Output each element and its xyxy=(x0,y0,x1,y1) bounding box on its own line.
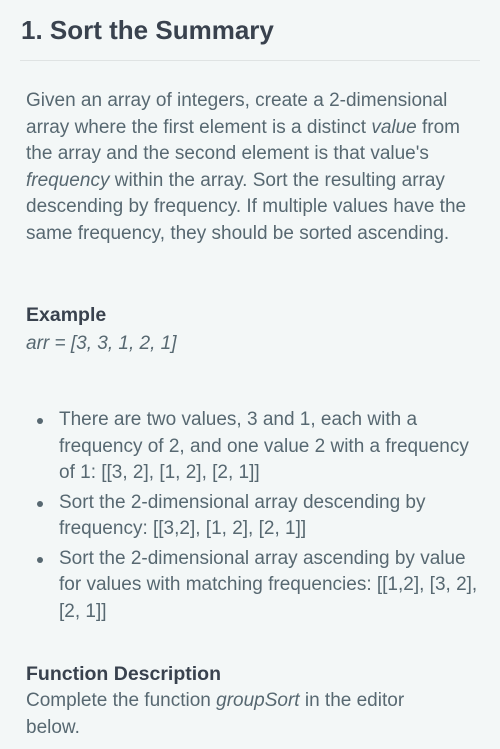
example-heading: Example xyxy=(26,304,107,326)
function-description-text: Complete the function groupSort in the e… xyxy=(26,688,446,741)
description-value-term: value xyxy=(371,116,417,138)
bullet-icon xyxy=(37,556,43,563)
explanation-list: There are two values, 3 and 1, each with… xyxy=(37,407,484,628)
list-item: Sort the 2-dimensional array descending … xyxy=(37,490,484,543)
description-frequency-term: frequency xyxy=(26,169,110,191)
page-title: 1. Sort the Summary xyxy=(21,15,274,45)
list-item-text: There are two values, 3 and 1, each with… xyxy=(59,409,469,483)
list-item-text: Sort the 2-dimensional array ascending b… xyxy=(59,547,478,622)
function-description-heading: Function Description xyxy=(26,663,221,685)
example-array: arr = [3, 3, 1, 2, 1] xyxy=(26,333,177,354)
function-description-text-1: Complete the function xyxy=(26,690,217,711)
list-item: There are two values, 3 and 1, each with… xyxy=(37,407,484,487)
list-item: Sort the 2-dimensional array ascending b… xyxy=(37,546,484,626)
function-name: groupSort xyxy=(216,690,300,711)
problem-description: Given an array of integers, create a 2-d… xyxy=(26,88,476,247)
bullet-icon xyxy=(37,418,43,424)
problem-statement: 1. Sort the Summary Given an array of in… xyxy=(0,0,500,749)
title-divider xyxy=(20,60,480,61)
bullet-icon xyxy=(37,500,43,507)
list-item-text: Sort the 2-dimensional array descending … xyxy=(59,491,426,540)
